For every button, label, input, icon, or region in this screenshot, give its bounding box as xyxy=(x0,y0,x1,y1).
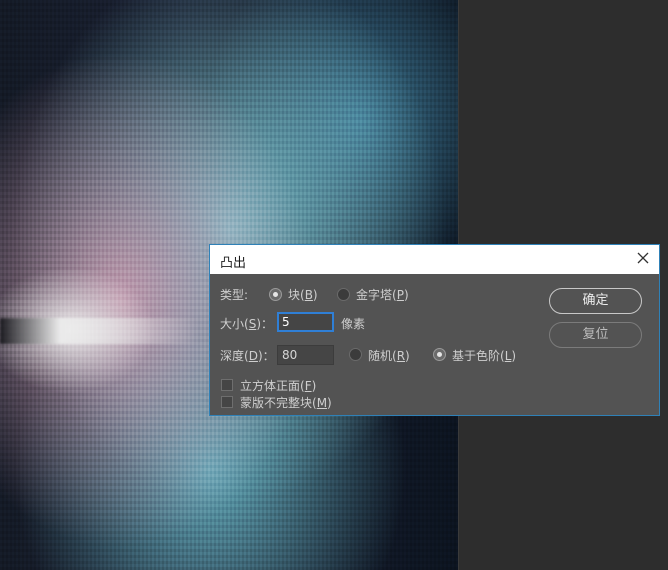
mask-incomplete-blocks-label[interactable]: 蒙版不完整块(M) xyxy=(240,394,332,411)
canvas-light-streak xyxy=(0,318,200,344)
type-label: 类型: xyxy=(220,288,249,302)
type-block-label[interactable]: 块(B) xyxy=(288,286,318,303)
type-pyramid-radio[interactable] xyxy=(337,288,350,301)
ok-button[interactable]: 确定 xyxy=(549,288,642,314)
depth-label: 深度(D)： xyxy=(220,349,275,363)
type-block-radio[interactable] xyxy=(269,288,282,301)
depth-random-radio[interactable] xyxy=(349,348,362,361)
depth-level-based-radio[interactable] xyxy=(433,348,446,361)
solid-front-faces-label[interactable]: 立方体正面(F) xyxy=(240,377,316,394)
depth-level-based-label[interactable]: 基于色阶(L) xyxy=(452,347,516,364)
depth-input[interactable]: 80 xyxy=(277,345,334,365)
reset-button[interactable]: 复位 xyxy=(549,322,642,348)
depth-random-label[interactable]: 随机(R) xyxy=(368,347,410,364)
extrude-dialog: 凸出 类型: 块(B) 金字塔(P) 大小(S)： 5 像素 深度(D)： 80… xyxy=(209,244,660,416)
dialog-title: 凸出 xyxy=(220,256,247,271)
size-label: 大小(S)： xyxy=(220,317,273,331)
size-input[interactable]: 5 xyxy=(277,312,334,332)
dialog-titlebar: 凸出 xyxy=(210,245,659,274)
close-icon[interactable] xyxy=(631,248,655,270)
size-unit-label: 像素 xyxy=(341,317,366,331)
type-pyramid-label[interactable]: 金字塔(P) xyxy=(356,286,409,303)
solid-front-faces-checkbox[interactable] xyxy=(221,379,233,391)
mask-incomplete-blocks-checkbox[interactable] xyxy=(221,396,233,408)
